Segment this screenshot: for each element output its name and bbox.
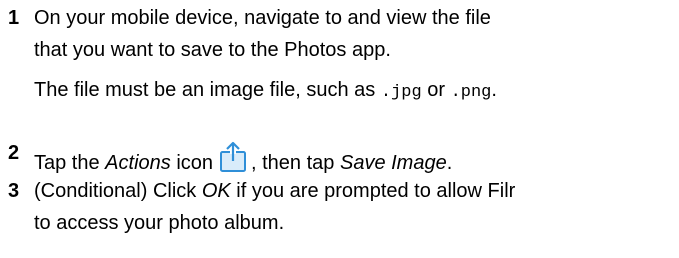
- step-1-line-1: On your mobile device, navigate to and v…: [34, 7, 491, 29]
- share-actions-icon: [218, 141, 248, 173]
- note-prefix: The file must be an image file, such as: [34, 79, 381, 101]
- step-2-line: Tap the Actions icon , then tap Save Imag…: [34, 141, 452, 174]
- step-1-line-2: that you want to save to the Photos app.: [34, 39, 391, 61]
- step-1-note: The file must be an image file, such as …: [34, 78, 497, 102]
- jpg-extension: .jpg: [380, 83, 422, 102]
- step-3-line-1: (Conditional) Click OK if you are prompt…: [34, 179, 515, 203]
- ok-term: OK: [201, 180, 231, 202]
- step-2-suffix: .: [446, 152, 453, 174]
- step-2-mid: , then tap: [251, 152, 340, 174]
- instruction-document: 1 On your mobile device, navigate to and…: [0, 0, 679, 258]
- step-number: 1: [8, 7, 20, 29]
- icon-word: icon: [170, 152, 214, 174]
- step-number: 2: [8, 142, 20, 164]
- step-3-prefix: (Conditional) Click: [34, 180, 202, 202]
- step-3-rest: if you are prompted to allow Filr: [230, 180, 516, 202]
- note-suffix: .: [491, 79, 497, 101]
- step-2-prefix: Tap the: [34, 152, 106, 174]
- actions-term: Actions: [105, 152, 171, 174]
- save-image-term: Save Image: [339, 152, 447, 174]
- png-extension: .png: [450, 83, 492, 102]
- note-mid: or: [421, 79, 451, 101]
- step-3-line-2: to access your photo album.: [34, 212, 285, 234]
- step-number: 3: [8, 180, 20, 202]
